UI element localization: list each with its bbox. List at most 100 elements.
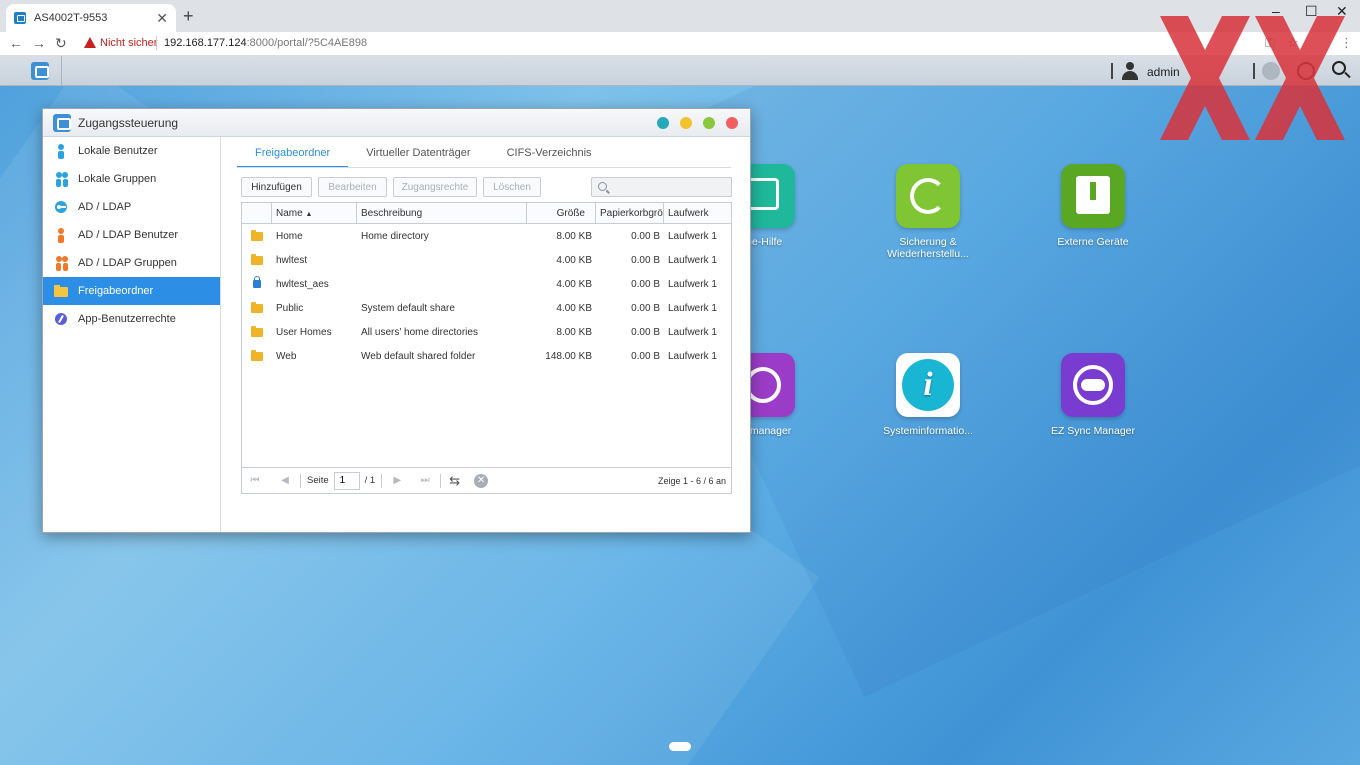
refresh-icon[interactable]: ⇆ bbox=[449, 473, 460, 489]
divider bbox=[300, 473, 301, 488]
table-row[interactable]: Web Web default shared folder 148.00 KB 0.0… bbox=[242, 344, 731, 368]
sort-ascending-icon: ▲ bbox=[305, 211, 313, 218]
access-control-icon bbox=[53, 113, 71, 132]
sidebar-item-app-privileges[interactable]: App-Benutzerrechte bbox=[43, 305, 220, 333]
cell-name: Home bbox=[276, 230, 303, 242]
help-icon[interactable] bbox=[657, 117, 669, 129]
cell-recycle-size: 0.00 B bbox=[631, 230, 660, 242]
menu-icon[interactable]: ⋮ bbox=[1340, 35, 1353, 51]
folder-icon bbox=[251, 253, 263, 265]
url-path: :8000/portal/?5C4AE898 bbox=[246, 37, 368, 49]
sidebar-item-shared-folders[interactable]: Freigabeordner bbox=[43, 277, 220, 305]
cell-description: Home directory bbox=[361, 230, 429, 242]
backup-icon bbox=[896, 164, 960, 228]
table-row[interactable]: hwltest 4.00 KB 0.00 B Laufwerk 1 bbox=[242, 248, 731, 272]
dock-handle[interactable] bbox=[669, 742, 691, 751]
sidebar-item-ad-ldap-groups[interactable]: AD / LDAP Gruppen bbox=[43, 249, 220, 277]
user-icon[interactable] bbox=[1121, 62, 1139, 80]
column-header-recycle-size[interactable]: Papierkorbgröß bbox=[596, 203, 664, 223]
column-header-volume[interactable]: Laufwerk bbox=[664, 203, 731, 223]
column-header-description[interactable]: Beschreibung bbox=[357, 203, 527, 223]
back-icon[interactable]: ← bbox=[9, 35, 23, 51]
close-window-dot-icon[interactable] bbox=[726, 117, 738, 129]
close-tab-icon[interactable]: ✕ bbox=[156, 10, 168, 27]
cell-recycle-size: 0.00 B bbox=[631, 326, 660, 338]
app-icon bbox=[54, 311, 68, 327]
notification-icon[interactable] bbox=[1262, 62, 1280, 80]
star-icon[interactable]: ☆ bbox=[1287, 35, 1299, 51]
column-header-name[interactable]: Name ▲ bbox=[272, 203, 357, 223]
divider bbox=[381, 473, 383, 488]
browser-tab[interactable]: AS4002T-9553 ✕ bbox=[6, 4, 176, 32]
tab-virtual-drive[interactable]: Virtueller Datenträger bbox=[348, 141, 488, 168]
cell-volume: Laufwerk 1 bbox=[668, 230, 717, 242]
home-button[interactable] bbox=[18, 56, 62, 86]
last-page-icon[interactable]: ⏭ bbox=[416, 475, 434, 486]
browser-tabbar: AS4002T-9553 ✕ + – ☐ ✕ bbox=[0, 0, 1360, 32]
search-icon[interactable] bbox=[1332, 61, 1346, 75]
shared-folder-table: Name ▲ Beschreibung Größe Papierkorbgröß… bbox=[241, 202, 732, 468]
add-button[interactable]: Hinzufügen bbox=[241, 177, 312, 197]
reload-icon[interactable]: ↻ bbox=[55, 35, 67, 52]
access-rights-button[interactable]: Zugangsrechte bbox=[393, 177, 477, 197]
minimize-icon[interactable]: – bbox=[1272, 3, 1280, 19]
table-header: Name ▲ Beschreibung Größe Papierkorbgröß… bbox=[242, 203, 731, 224]
edit-button[interactable]: Bearbeiten bbox=[318, 177, 387, 197]
table-row[interactable]: hwltest_aes 4.00 KB 0.00 B Laufwerk 1 bbox=[242, 272, 731, 296]
sidebar-item-local-groups[interactable]: Lokale Gruppen bbox=[43, 165, 220, 193]
sidebar-item-ad-ldap-users[interactable]: AD / LDAP Benutzer bbox=[43, 221, 220, 249]
divider bbox=[1253, 63, 1255, 79]
app-label: Systeminformatio... bbox=[883, 425, 973, 437]
sidebar-item-label: AD / LDAP Gruppen bbox=[78, 257, 177, 269]
maximize-window-icon[interactable] bbox=[703, 117, 715, 129]
table-row[interactable]: Home Home directory 8.00 KB 0.00 B Laufwerk … bbox=[242, 224, 731, 248]
folder-icon bbox=[251, 229, 263, 241]
new-tab-icon[interactable]: + bbox=[183, 7, 194, 25]
forward-icon[interactable]: → bbox=[32, 35, 46, 51]
cell-volume: Laufwerk 1 bbox=[668, 302, 717, 314]
page-label: Seite bbox=[307, 475, 329, 486]
delete-button[interactable]: Löschen bbox=[483, 177, 541, 197]
cell-name: hwltest bbox=[276, 254, 308, 266]
username-label[interactable]: admin bbox=[1147, 65, 1180, 79]
url-field[interactable]: 192.168.177.124:8000/portal/?5C4AE898 bbox=[164, 37, 367, 49]
cell-recycle-size: 0.00 B bbox=[631, 278, 660, 290]
minimize-window-icon[interactable] bbox=[680, 117, 692, 129]
pagination-bar: ⏮ ◀ Seite / 1 ▶ ⏭ ⇆ ✕ Zeige 1 - 6 / 6 an bbox=[241, 468, 732, 494]
sidebar-item-local-users[interactable]: Lokale Benutzer bbox=[43, 137, 220, 165]
external-devices-app-icon[interactable]: Externe Geräte bbox=[1038, 164, 1148, 248]
group-icon bbox=[54, 171, 68, 187]
cell-name: hwltest_aes bbox=[276, 278, 329, 290]
folder-icon bbox=[251, 325, 263, 337]
tab-shared-folders[interactable]: Freigabeordner bbox=[237, 141, 349, 168]
table-row[interactable]: Public System default share 4.00 KB 0.00 B L… bbox=[242, 296, 731, 320]
cell-size: 4.00 KB bbox=[556, 302, 592, 314]
row-icon-cell bbox=[242, 301, 272, 313]
system-info-app-icon[interactable]: i Systeminformatio... bbox=[873, 353, 983, 437]
tab-cifs-folder[interactable]: CIFS-Verzeichnis bbox=[489, 141, 610, 168]
dashboard-icon[interactable] bbox=[1297, 62, 1315, 80]
column-header-size[interactable]: Größe bbox=[527, 203, 596, 223]
window-titlebar[interactable]: Zugangssteuerung bbox=[43, 109, 750, 137]
maximize-icon[interactable]: ☐ bbox=[1305, 3, 1318, 20]
key-icon bbox=[54, 199, 68, 215]
user-icon bbox=[54, 143, 68, 159]
key-icon[interactable]: ⚿ bbox=[1265, 35, 1275, 51]
previous-page-icon[interactable]: ◀ bbox=[276, 475, 294, 486]
clear-icon[interactable]: ✕ bbox=[474, 473, 489, 488]
ez-sync-app-icon[interactable]: EZ Sync Manager bbox=[1038, 353, 1148, 437]
table-row[interactable]: User Homes All users' home directories 8.0… bbox=[242, 320, 731, 344]
lock-icon bbox=[253, 276, 261, 288]
close-window-icon[interactable]: ✕ bbox=[1336, 3, 1348, 20]
backup-restore-app-icon[interactable]: Sicherung & Wiederherstellu... bbox=[873, 164, 983, 260]
cell-size: 148.00 KB bbox=[545, 350, 592, 362]
cell-name: User Homes bbox=[276, 326, 332, 338]
divider bbox=[1111, 63, 1113, 79]
sidebar-item-ad-ldap[interactable]: AD / LDAP bbox=[43, 193, 220, 221]
page-input[interactable] bbox=[333, 471, 360, 490]
not-secure-label[interactable]: Nicht sicher bbox=[100, 37, 157, 49]
next-page-icon[interactable]: ▶ bbox=[388, 475, 406, 486]
search-input[interactable] bbox=[591, 177, 732, 197]
first-page-icon[interactable]: ⏮ bbox=[246, 475, 264, 486]
sidebar-item-label: AD / LDAP bbox=[78, 201, 132, 213]
